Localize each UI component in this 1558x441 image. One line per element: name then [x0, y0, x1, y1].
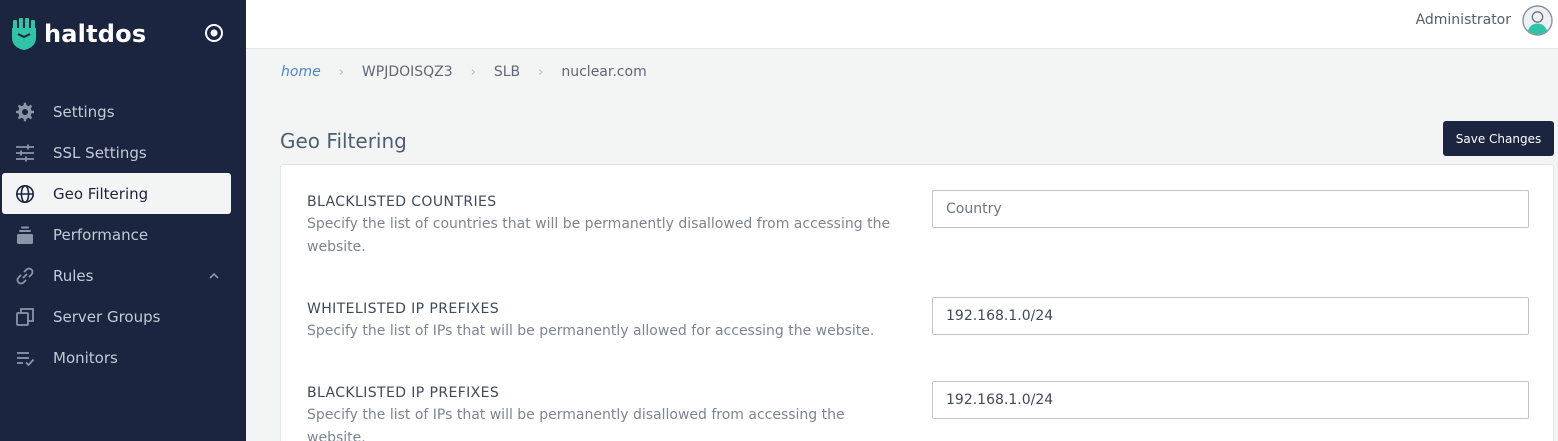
- sidebar-item-monitors[interactable]: Monitors: [0, 337, 246, 378]
- topbar: Administrator: [246, 0, 1558, 49]
- sidebar-item-geo-filtering[interactable]: Geo Filtering: [2, 173, 231, 214]
- sidebar-item-label: Rules: [53, 267, 94, 285]
- sidebar-item-performance[interactable]: Performance: [0, 214, 246, 255]
- server-groups-icon: [14, 306, 36, 328]
- sidebar-item-label: Performance: [53, 226, 149, 244]
- sidebar-item-label: Settings: [53, 103, 115, 121]
- sidebar-item-server-groups[interactable]: Server Groups: [0, 296, 246, 337]
- haltdos-logo-icon: [10, 18, 38, 50]
- sidebar-item-settings[interactable]: Settings: [0, 91, 246, 132]
- chevron-right-icon: ›: [538, 64, 544, 80]
- sidebar: haltdos Settings SSL Settings Geo Filter…: [0, 0, 246, 441]
- breadcrumb-item[interactable]: SLB: [494, 64, 520, 80]
- breadcrumb-item[interactable]: WPJDOISQZ3: [362, 64, 453, 80]
- sidebar-toggle-icon[interactable]: [203, 22, 225, 44]
- globe-icon: [14, 183, 36, 205]
- breadcrumb-home[interactable]: home: [281, 64, 321, 80]
- page-title: Geo Filtering: [280, 129, 407, 153]
- field-title: WHITELISTED IP PREFIXES: [307, 301, 500, 317]
- link-icon: [14, 265, 36, 287]
- sliders-icon: [14, 142, 36, 164]
- breadcrumb-item: nuclear.com: [561, 64, 647, 80]
- blacklisted-countries-input[interactable]: [932, 190, 1529, 228]
- sidebar-item-label: Geo Filtering: [53, 185, 149, 203]
- monitor-list-icon: [14, 347, 36, 369]
- field-title: BLACKLISTED COUNTRIES: [307, 194, 497, 210]
- field-description: Specify the list of IPs that will be per…: [307, 323, 875, 339]
- sidebar-item-label: Server Groups: [53, 308, 161, 326]
- field-description: Specify the list of IPs that will be per…: [307, 407, 845, 441]
- sidebar-item-ssl-settings[interactable]: SSL Settings: [0, 132, 246, 173]
- sidebar-item-rules[interactable]: Rules: [0, 255, 246, 296]
- chevron-up-icon[interactable]: [207, 269, 221, 283]
- stack-icon: [14, 224, 36, 246]
- geo-filtering-card: BLACKLISTED COUNTRIES Specify the list o…: [280, 164, 1554, 441]
- blacklisted-ip-prefixes-input[interactable]: [932, 381, 1529, 419]
- sidebar-item-label: SSL Settings: [53, 144, 147, 162]
- sidebar-item-label: Monitors: [53, 349, 118, 367]
- chevron-right-icon: ›: [470, 64, 476, 80]
- gear-icon: [14, 101, 36, 123]
- brand[interactable]: haltdos: [10, 18, 146, 50]
- user-name[interactable]: Administrator: [1416, 12, 1511, 28]
- user-avatar-icon[interactable]: [1522, 5, 1553, 36]
- field-description: Specify the list of countries that will …: [307, 216, 891, 255]
- field-title: BLACKLISTED IP PREFIXES: [307, 385, 500, 401]
- whitelisted-ip-prefixes-input[interactable]: [932, 297, 1529, 335]
- sidebar-nav: Settings SSL Settings Geo Filtering Perf…: [0, 91, 246, 378]
- chevron-right-icon: ›: [338, 64, 344, 80]
- breadcrumb: home › WPJDOISQZ3 › SLB › nuclear.com: [281, 64, 647, 80]
- brand-name: haltdos: [44, 20, 147, 48]
- save-changes-button[interactable]: Save Changes: [1443, 121, 1554, 156]
